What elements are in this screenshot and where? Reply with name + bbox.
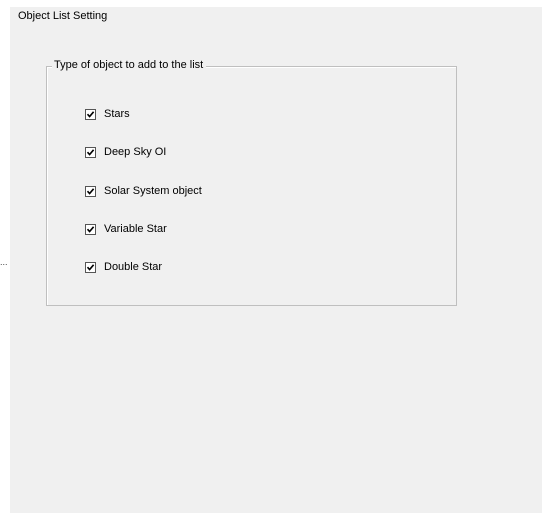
checkbox-check-icon[interactable] — [85, 261, 96, 273]
checkbox-check-icon[interactable] — [85, 146, 96, 158]
truncation-dots: ... — [0, 257, 8, 267]
panel-title: Object List Setting — [18, 10, 108, 22]
checkbox-label: Double Star — [104, 261, 163, 273]
checkbox-variable-star[interactable]: Variable Star — [85, 221, 167, 237]
checkbox-check-icon[interactable] — [85, 185, 96, 197]
checkbox-double-star[interactable]: Double Star — [85, 259, 162, 275]
checkbox-solar-system[interactable]: Solar System object — [85, 183, 202, 199]
groupbox-label: Type of object to add to the list — [52, 59, 207, 71]
checkbox-stars[interactable]: Stars — [85, 106, 130, 122]
checkbox-label: Stars — [104, 108, 130, 120]
checkbox-check-icon[interactable] — [85, 223, 96, 235]
checkbox-check-icon[interactable] — [85, 108, 96, 120]
settings-panel: Object List Setting Type of object to ad… — [10, 7, 542, 513]
checkbox-label: Deep Sky OI — [104, 146, 167, 158]
object-type-groupbox: Type of object to add to the list Stars … — [46, 59, 457, 306]
checkbox-label: Variable Star — [104, 223, 167, 235]
checkbox-label: Solar System object — [104, 185, 202, 197]
checkbox-deep-sky[interactable]: Deep Sky OI — [85, 144, 166, 160]
